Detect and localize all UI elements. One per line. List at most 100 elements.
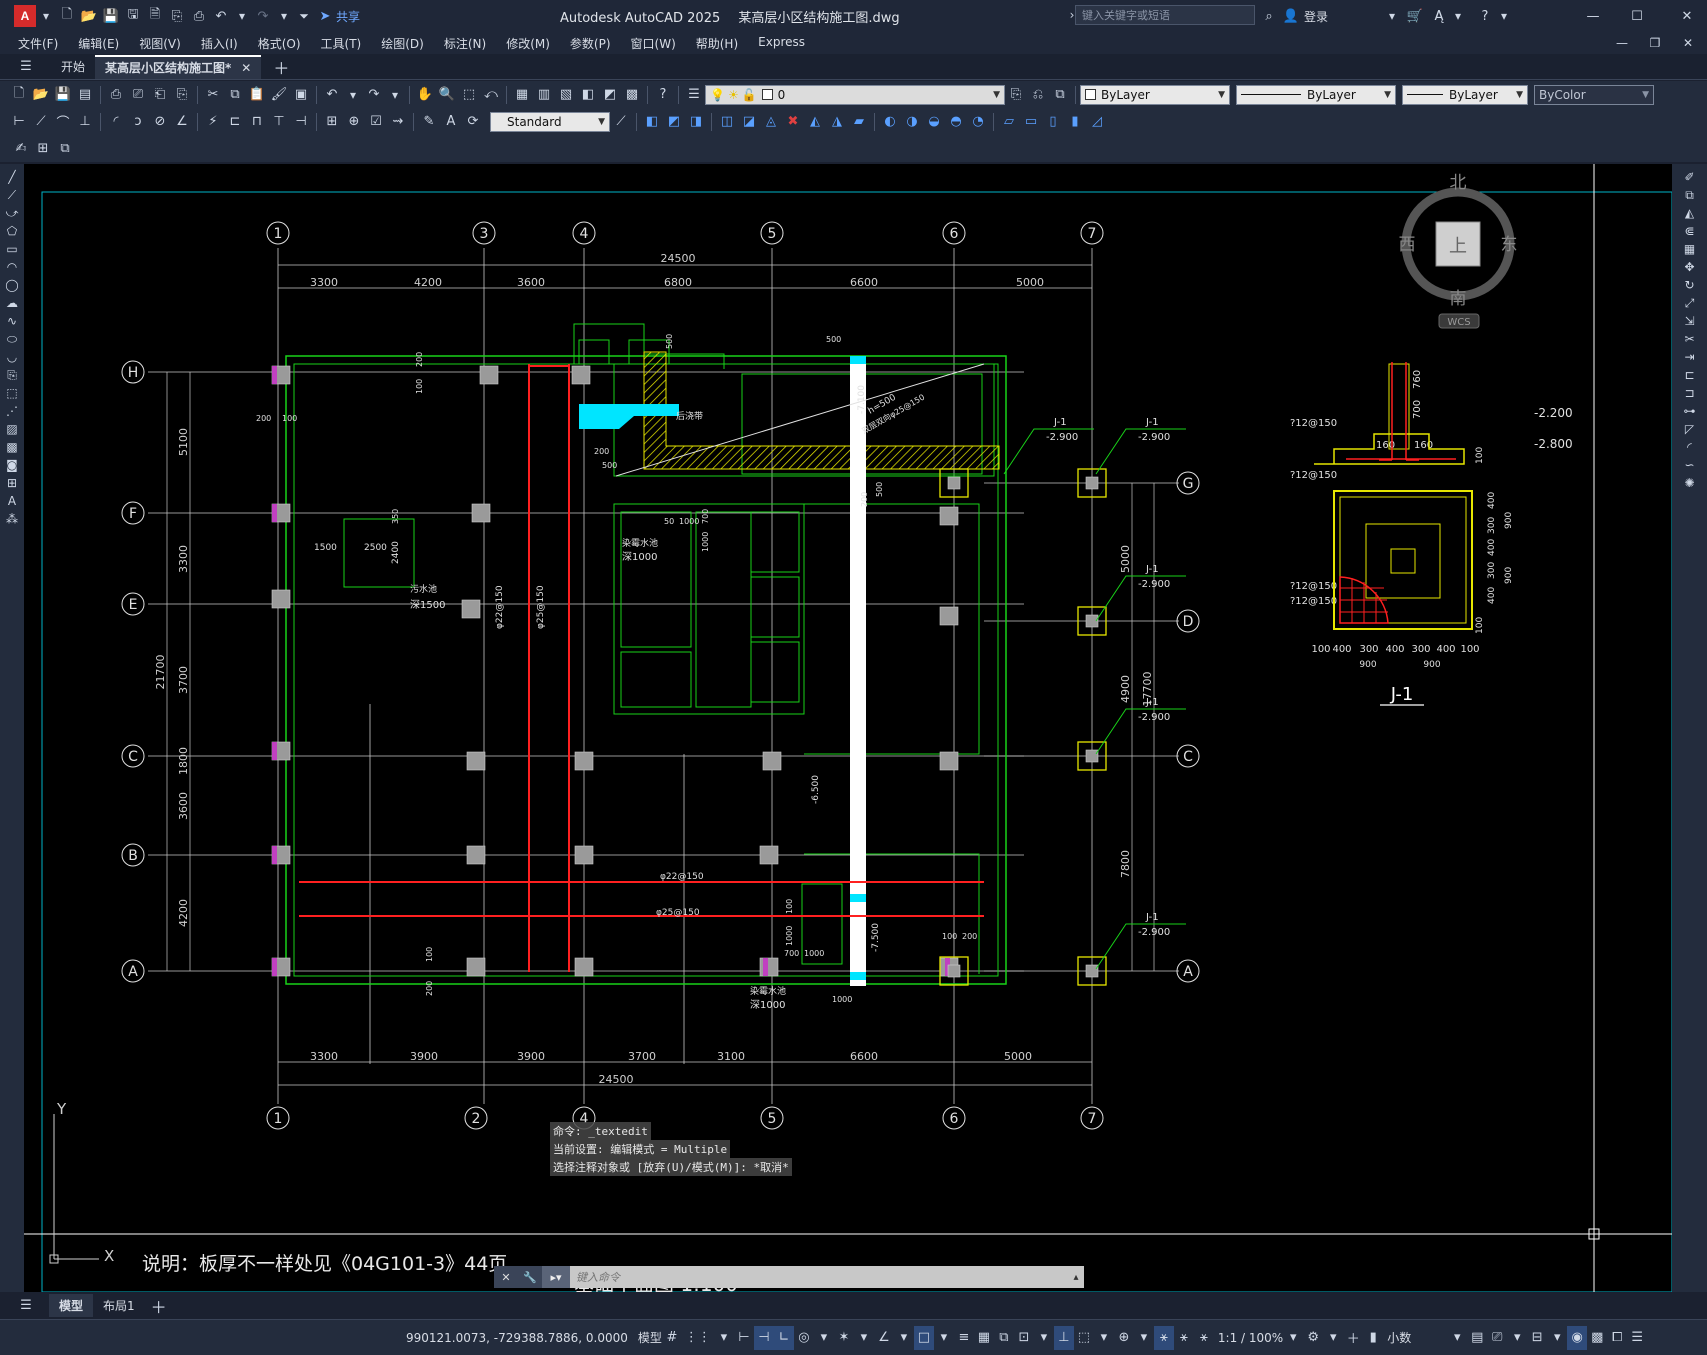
radius-dim-icon[interactable]: ◜ [106,112,126,132]
diameter-dim-icon[interactable]: ⊘ [150,112,170,132]
close-icon[interactable]: ✕ [1677,6,1697,26]
isodraft-dropdown-icon[interactable]: ▾ [854,1326,874,1350]
lock-ui-icon[interactable]: ⎚ [1487,1326,1507,1350]
workspace-gear-icon[interactable]: ⚙ [1303,1326,1323,1350]
section-icon[interactable]: ◮ [827,112,847,132]
delete-face-icon[interactable]: ▯ [1043,112,1063,132]
box-icon[interactable]: ◧ [642,112,662,132]
undo-icon[interactable]: ↶ [211,6,231,26]
fillet-icon[interactable]: ◜ [1681,438,1699,456]
cut-icon[interactable]: ✂ [203,85,223,105]
customize-qat-icon[interactable]: ⏷ [295,7,313,25]
dim-break-icon[interactable]: ⊣ [291,112,311,132]
snap-dropdown-icon[interactable]: ▾ [714,1326,734,1350]
share-icon[interactable]: ➤ [315,6,335,26]
jogged-linear-icon[interactable]: ⇝ [388,112,408,132]
cone-icon[interactable]: ◨ [686,112,706,132]
arc-length-icon[interactable]: ⌒ [53,112,73,132]
extend-icon[interactable]: ⇥ [1681,348,1699,366]
coordinate-readout[interactable]: 990121.0073, -729388.7886, 0.0000 [406,1331,628,1345]
menu-item[interactable]: 窗口(W) [621,35,686,52]
doc-minimize-icon[interactable]: — [1613,34,1631,52]
markup-icon[interactable]: ◩ [600,85,620,105]
graphics-performance-icon[interactable]: ▩ [1587,1326,1607,1350]
object-snap-tracking-icon[interactable]: ∠ [874,1326,894,1350]
dim-update-icon[interactable]: ⟳ [463,112,483,132]
menu-item[interactable]: 参数(P) [560,35,621,52]
arc-icon[interactable]: ◠ [3,258,21,276]
units-icon[interactable]: ▮ [1363,1326,1383,1350]
tool-palettes-icon[interactable]: ▧ [556,85,576,105]
search-input[interactable]: 键入关键字或短语 [1075,5,1255,25]
command-input[interactable] [570,1267,1068,1287]
lock-ui-dropdown-icon[interactable]: ▾ [1507,1326,1527,1350]
polyline-icon[interactable]: ⤻ [3,204,21,222]
add-layout-plus-icon[interactable]: ＋ [149,1296,169,1317]
autodesk-a-icon[interactable]: Ą [1429,6,1449,26]
plot-preview-icon[interactable]: 🗎 [145,6,165,26]
isolate-dropdown-icon[interactable]: ▾ [1547,1326,1567,1350]
tolerance-icon[interactable]: ⊞ [322,112,342,132]
gradient-icon[interactable]: ▩ [3,438,21,456]
dwf-icon[interactable]: ⎘ [172,85,192,105]
dim-style-icon[interactable]: ⟋ [611,112,631,132]
selection-filter-icon[interactable]: ⬚ [1074,1326,1094,1350]
viewcube[interactable]: 上 北 南 东 西 WCS [1399,173,1518,329]
layer-dropdown[interactable]: 💡 ☀ 🔓 0 ▼ [705,84,1005,105]
quick-properties-icon[interactable]: ▤ [1467,1326,1487,1350]
mirror-icon[interactable]: ◭ [1681,204,1699,222]
region-icon[interactable]: ◙ [3,456,21,474]
scale-icon[interactable]: ⤢ [1681,294,1699,312]
save-icon[interactable]: 💾 [101,6,121,26]
tab-drawing[interactable]: 某高层小区结构施工图* ✕ [95,54,262,79]
redo-dropdown-icon[interactable]: ▾ [275,7,293,25]
make-block-icon[interactable]: ⬚ [3,384,21,402]
baseline-dim-icon[interactable]: ⊏ [225,112,245,132]
design-center-icon[interactable]: ▥ [534,85,554,105]
a360-dropdown-icon[interactable]: ▾ [1449,7,1467,25]
insert-table-icon[interactable]: ⊞ [33,139,53,159]
help-dropdown-icon[interactable]: ▾ [1495,7,1513,25]
point-icon[interactable]: ⋰ [3,402,21,420]
units-value[interactable]: 小数 [1387,1329,1447,1346]
undo-dropdown-icon[interactable]: ▾ [233,7,251,25]
annotation-scale-icon[interactable]: ⚹ [1194,1326,1214,1350]
tab-layout1[interactable]: 布局1 [93,1294,145,1317]
linear-dim-icon[interactable]: ⊢ [9,112,29,132]
annotation-scale-value[interactable]: 1:1 / 100% [1218,1331,1283,1345]
polygon-icon[interactable]: ⬠ [3,222,21,240]
menu-item[interactable]: 编辑(E) [68,35,129,52]
clean-icon[interactable]: ◓ [946,112,966,132]
block-editor-icon[interactable]: ▣ [291,85,311,105]
tab-start[interactable]: 开始 [51,55,95,79]
qnew-icon[interactable]: 🗋 [9,85,29,105]
command-recent-icon[interactable]: ▸▾ [542,1266,570,1288]
tab-close-icon[interactable]: ✕ [241,61,251,75]
spline-icon[interactable]: ∿ [3,312,21,330]
snap-icon[interactable]: ⋮⋮ [682,1326,714,1350]
linetype-dropdown[interactable]: ByLayer ▼ [1236,84,1396,105]
layer-previous-icon[interactable]: ⎌ [1028,85,1048,105]
menu-item[interactable]: 格式(O) [248,35,311,52]
doc-restore-icon[interactable]: ❐ [1646,34,1664,52]
command-expand-icon[interactable]: ▴ [1068,1272,1084,1283]
paste-icon[interactable]: 📋 [247,85,267,105]
ellipse-arc-icon[interactable]: ◡ [3,348,21,366]
ordinate-dim-icon[interactable]: ⊥ [75,112,95,132]
menu-item[interactable]: Express [748,35,815,52]
shell-icon[interactable]: ◐ [880,112,900,132]
imprint-icon[interactable]: ◑ [902,112,922,132]
help-icon[interactable]: ? [1475,6,1495,26]
text-style-dropdown[interactable]: Standard ▼ [490,111,610,132]
3d-osnap-dropdown-icon[interactable]: ▾ [1034,1326,1054,1350]
command-settings-icon[interactable]: 🔧 [518,1266,542,1288]
hatch-icon[interactable]: ▨ [3,420,21,438]
plot-icon[interactable]: ⎙ [189,6,209,26]
rotate-face-icon[interactable]: ▮ [1065,112,1085,132]
object-snap-tracking-dropdown-icon[interactable]: ▾ [894,1326,914,1350]
separate-icon[interactable]: ◒ [924,112,944,132]
annotation-monitor-icon[interactable]: ＋ [1343,1326,1363,1350]
zoom-previous-icon[interactable]: ⤺ [481,85,501,105]
menu-item[interactable]: 绘图(D) [371,35,434,52]
open-file-icon[interactable]: 📂 [79,6,99,26]
